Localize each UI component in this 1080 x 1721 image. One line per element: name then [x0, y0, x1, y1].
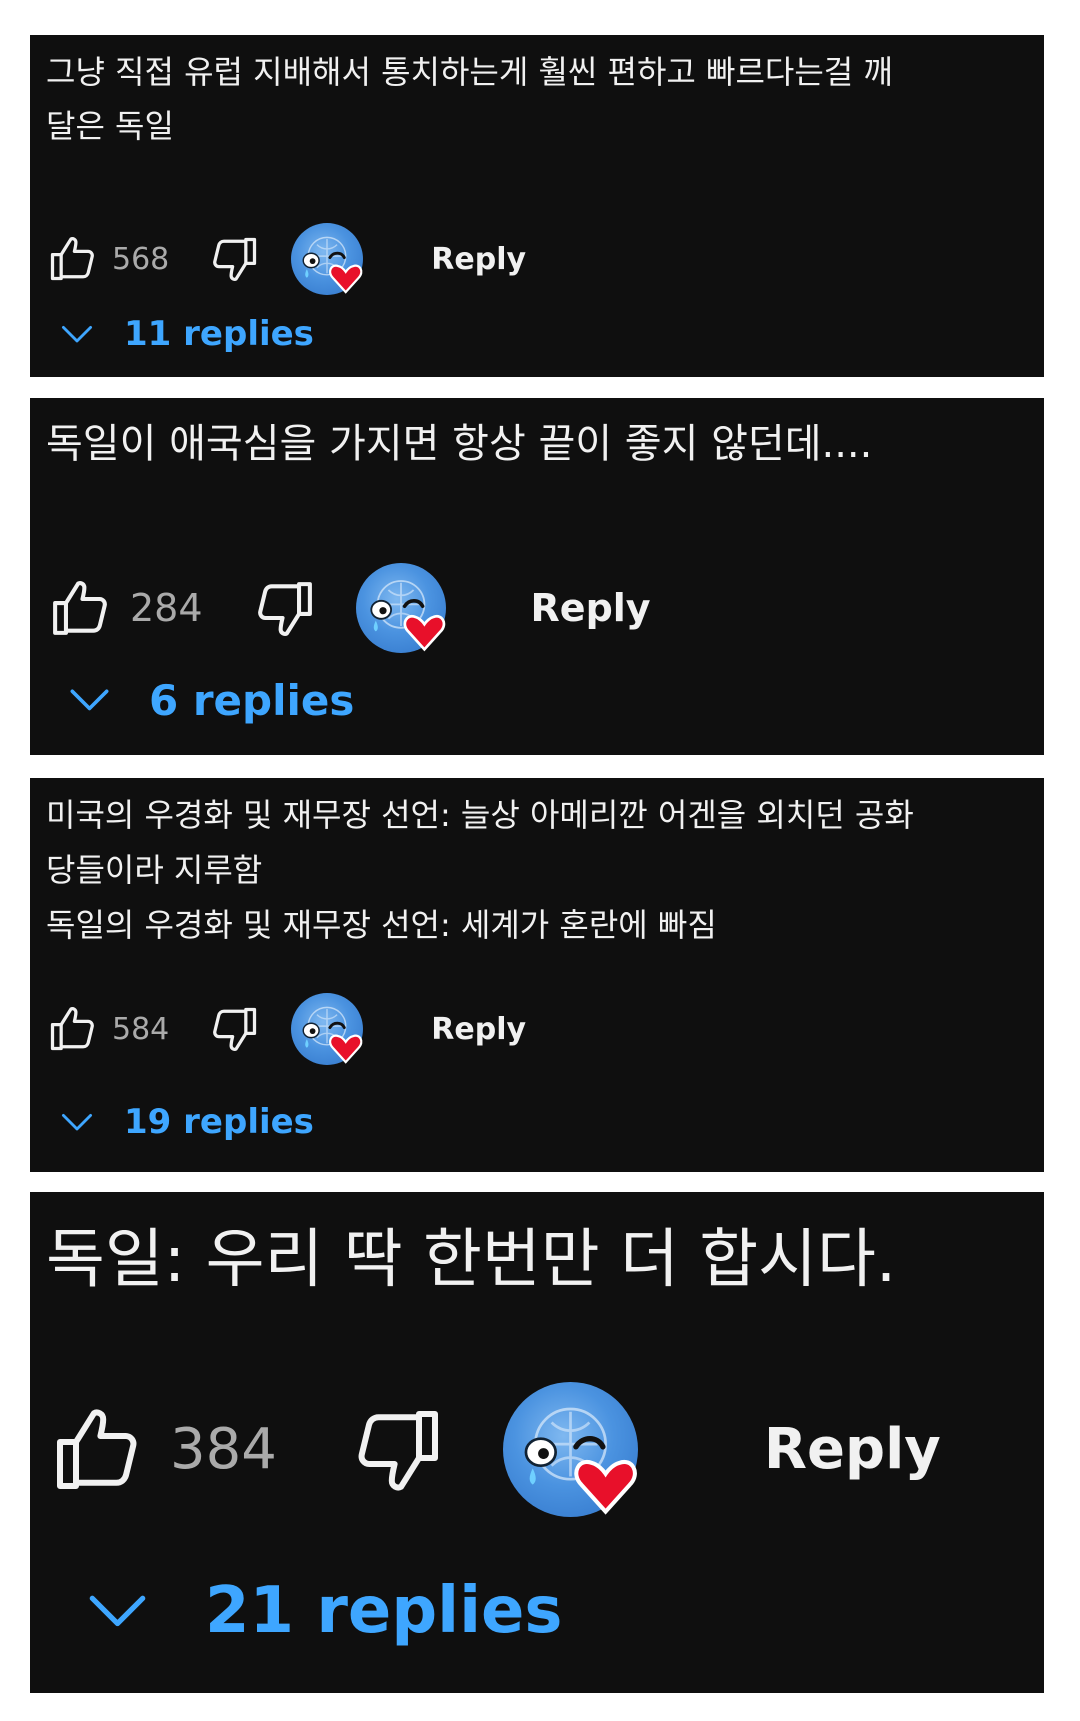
chevron-down-icon: [68, 687, 111, 713]
like-button[interactable]: [46, 233, 98, 285]
view-replies-button[interactable]: 21 replies: [86, 1574, 563, 1648]
like-button[interactable]: [47, 576, 112, 641]
like-button[interactable]: [48, 1402, 144, 1498]
thumbs-down-icon: [253, 576, 318, 641]
reply-button[interactable]: Reply: [431, 242, 526, 277]
thumbs-up-icon: [46, 233, 98, 285]
creator-heart-avatar: [502, 1382, 638, 1517]
dislike-button[interactable]: [253, 576, 318, 641]
dislike-button[interactable]: [209, 1003, 261, 1055]
replies-count-label: 21 replies: [205, 1574, 563, 1648]
chevron-down-icon: [86, 1592, 149, 1630]
chevron-down-icon: [60, 324, 94, 344]
dislike-button[interactable]: [209, 233, 261, 285]
comment-action-bar: 584 Reply: [44, 993, 526, 1065]
comment-action-bar: 568 Reply: [44, 223, 526, 295]
comment-action-bar: 384 Reply: [44, 1382, 941, 1517]
creator-heart-avatar: [291, 993, 364, 1065]
thumbs-down-icon: [351, 1402, 447, 1498]
creator-heart-avatar: [355, 563, 446, 653]
replies-count-label: 19 replies: [124, 1102, 314, 1142]
view-replies-button[interactable]: 11 replies: [60, 313, 314, 355]
thumbs-up-icon: [47, 576, 112, 641]
chevron-down-icon: [60, 1112, 94, 1132]
like-count: 284: [130, 586, 203, 630]
replies-count-label: 11 replies: [124, 314, 314, 354]
comment-action-bar: 284 Reply: [44, 563, 651, 653]
view-replies-button[interactable]: 6 replies: [68, 675, 354, 725]
creator-heart-avatar: [291, 223, 364, 295]
comment-card: 독일: 우리 딱 한번만 더 합시다. 384 Reply 21 replies: [30, 1192, 1044, 1693]
dislike-button[interactable]: [351, 1402, 447, 1498]
comment-text: 그냥 직접 유럽 지배해서 통치하는게 훨씬 편하고 빠르다는걸 깨 달은 독일: [46, 53, 893, 145]
thumbs-down-icon: [209, 1003, 261, 1055]
thumbs-down-icon: [209, 233, 261, 285]
thumbs-up-icon: [46, 1003, 98, 1055]
like-button[interactable]: [46, 1003, 98, 1055]
comment-card: 그냥 직접 유럽 지배해서 통치하는게 훨씬 편하고 빠르다는걸 깨 달은 독일…: [30, 35, 1044, 377]
replies-count-label: 6 replies: [149, 675, 355, 725]
like-count: 568: [112, 241, 170, 277]
comment-text: 독일이 애국심을 가지면 항상 끝이 좋지 않던데....: [46, 421, 873, 467]
like-count: 384: [170, 1417, 277, 1482]
view-replies-button[interactable]: 19 replies: [60, 1101, 314, 1143]
comment-card: 독일이 애국심을 가지면 항상 끝이 좋지 않던데.... 284 Reply: [30, 398, 1044, 755]
reply-button[interactable]: Reply: [431, 1012, 526, 1047]
comment-text: 미국의 우경화 및 재무장 선언: 늘상 아메리깐 어겐을 외치던 공화 당들이…: [46, 796, 914, 944]
comment-card: 미국의 우경화 및 재무장 선언: 늘상 아메리깐 어겐을 외치던 공화 당들이…: [30, 778, 1044, 1172]
like-count: 584: [112, 1011, 170, 1047]
comment-text: 독일: 우리 딱 한번만 더 합시다.: [46, 1223, 897, 1297]
reply-button[interactable]: Reply: [764, 1417, 941, 1482]
thumbs-up-icon: [48, 1402, 144, 1498]
reply-button[interactable]: Reply: [531, 586, 651, 630]
